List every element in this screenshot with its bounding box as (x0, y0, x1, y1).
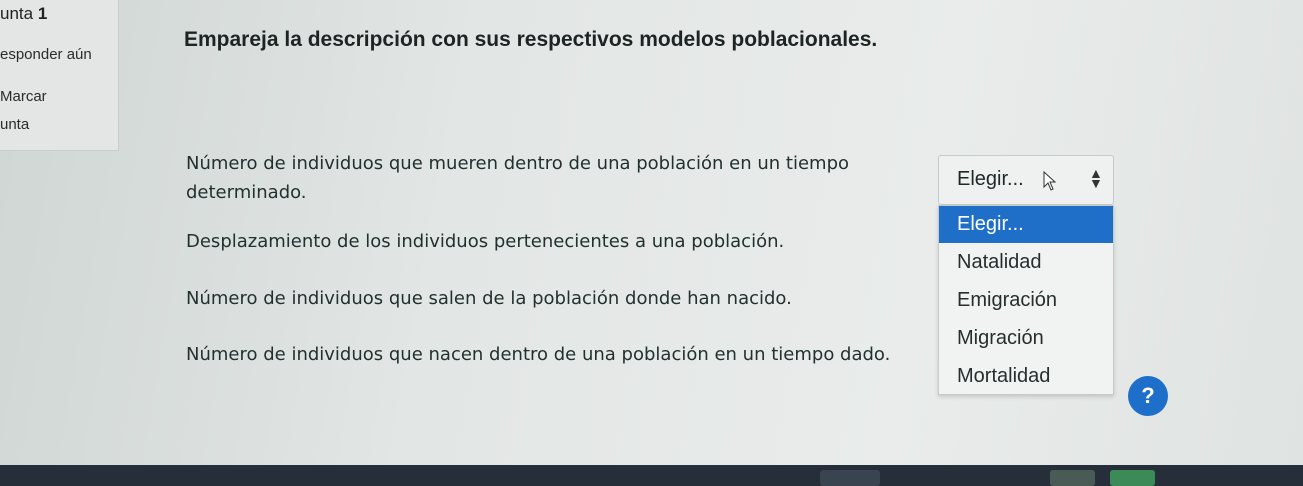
select-arrows-icon: ▲ ▼ (1089, 165, 1103, 191)
match-item-3: Número de individuos que salen de la pob… (186, 288, 792, 309)
match-item-2: Desplazamiento de los individuos pertene… (186, 231, 785, 252)
match-item-1: Número de individuos que mueren dentro d… (186, 153, 850, 203)
taskbar-app-button[interactable] (820, 470, 880, 486)
taskbar-app-button[interactable] (1050, 470, 1095, 486)
mouse-cursor-icon (1043, 170, 1057, 196)
match-item-4: Número de individuos que nacen dentro de… (186, 344, 891, 365)
taskbar (0, 465, 1303, 486)
option-migracion[interactable]: Migración (939, 320, 1113, 357)
question-number: unta 1 (0, 4, 48, 23)
option-elegir[interactable]: Elegir... (939, 206, 1113, 243)
help-button[interactable]: ? (1128, 376, 1168, 416)
edit-question-link[interactable]: unta (0, 116, 29, 133)
option-mortalidad[interactable]: Mortalidad (939, 358, 1113, 395)
answer-select-1[interactable]: Elegir... ▲ ▼ (938, 155, 1114, 205)
flag-question-link[interactable]: Marcar (0, 88, 47, 105)
option-emigracion[interactable]: Emigración (939, 282, 1113, 319)
select-value: Elegir... (957, 168, 1024, 190)
question-info-panel: unta 1 esponder aún Marcar unta (0, 0, 119, 151)
taskbar-app-button[interactable] (1110, 470, 1155, 486)
question-title: Empareja la descripción con sus respecti… (184, 28, 878, 51)
select-dropdown-list: Elegir... Natalidad Emigración Migración… (938, 205, 1114, 395)
option-natalidad[interactable]: Natalidad (939, 244, 1113, 281)
question-status: esponder aún (0, 46, 92, 63)
